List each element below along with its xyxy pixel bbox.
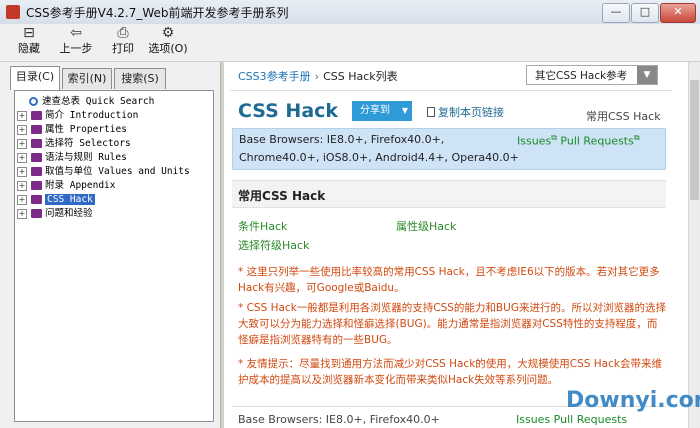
tree-item-properties[interactable]: + 属性 Properties [17,123,127,136]
tree-item-label: 附录 Appendix [45,180,116,191]
expand-icon[interactable]: + [17,138,27,149]
tree-item-values-units[interactable]: + 取值与单位 Values and Units [17,165,190,178]
print-label: 打印 [112,42,134,55]
external-link-icon: ⧉ [551,133,557,142]
share-button[interactable]: 分享到 ▼ [352,101,412,121]
selector-hack-link[interactable]: 选择符级Hack [238,237,309,253]
browser-support-line2: Chrome40.0+, iOS8.0+, Android4.4+, Opera… [239,151,519,164]
minimize-button[interactable]: — [602,3,630,23]
options-button[interactable]: ⚙ 选项(O) [146,26,190,59]
expand-icon[interactable]: + [17,124,27,135]
book-icon [31,139,42,148]
breadcrumb-current: CSS Hack列表 [323,70,398,83]
next-repo-links[interactable]: Issues Pull Requests [516,413,627,426]
toolbar: ⊟ 隐藏 ⇦ 上一步 ⎙ 打印 ⚙ 选项(O) [0,24,700,62]
reference-select[interactable]: 其它CSS Hack参考 ▼ [526,65,658,85]
divider [230,90,672,91]
window-title: CSS参考手册V4.2.7_Web前端开发参考手册系列 [26,6,289,20]
section-title: 常用CSS Hack [238,189,326,203]
copy-link-label: 复制本页链接 [438,106,504,119]
browser-support-line1: Base Browsers: IE8.0+, Firefox40.0+, [239,133,445,146]
reference-select-value: 其它CSS Hack参考 [535,70,628,82]
page-title: CSS Hack [238,100,339,122]
book-icon [31,181,42,190]
caret-down-icon: ▼ [401,106,408,115]
tree-item-css-hack[interactable]: + CSS Hack [17,193,95,206]
tab-contents[interactable]: 目录(C) [10,66,60,90]
book-icon [31,209,42,218]
hide-button[interactable]: ⊟ 隐藏 [14,26,44,59]
external-link-icon: ⧉ [633,133,640,142]
content-pane: CSS3参考手册 › CSS Hack列表 其它CSS Hack参考 ▼ CSS H… [224,62,688,428]
tree-item-introduction[interactable]: + 简介 Introduction [17,109,138,122]
hide-icon: ⊟ [23,25,35,41]
back-arrow-icon: ⇦ [70,25,82,41]
tree-item-label-selected: CSS Hack [45,194,95,205]
expand-icon[interactable]: + [17,194,27,205]
tree-item-appendix[interactable]: + 附录 Appendix [17,179,115,192]
app-icon [6,5,20,19]
breadcrumb-separator: › [314,70,320,83]
expand-icon[interactable]: + [17,110,27,121]
search-icon [29,97,38,106]
back-label: 上一步 [59,42,93,55]
tree-item-experience[interactable]: + 问题和经验 [17,207,93,220]
tab-index[interactable]: 索引(N) [62,68,112,89]
conditional-hack-link[interactable]: 条件Hack [238,218,287,234]
breadcrumb-root-link[interactable]: CSS3参考手册 [238,70,311,83]
hide-label: 隐藏 [18,42,40,55]
property-hack-link[interactable]: 属性级Hack [396,218,456,234]
close-button[interactable]: ✕ [660,3,696,23]
expand-icon[interactable]: + [17,180,27,191]
tab-search[interactable]: 搜索(S) [114,68,166,89]
book-icon [31,195,42,204]
repo-links: Issues⧉ Pull Requests⧉ [517,133,640,148]
options-icon: ⚙ [161,25,175,41]
tree-item-label: 简介 Introduction [45,110,139,121]
breadcrumb: CSS3参考手册 › CSS Hack列表 [238,68,398,84]
document-icon [427,107,435,117]
options-label: 选项(O) [148,42,188,55]
contents-tree: 速查总表 Quick Search + 简介 Introduction + 属性 P… [14,90,214,422]
tree-item-label: 速查总表 Quick Search [42,96,155,107]
tree-item-quick-search[interactable]: 速查总表 Quick Search [17,95,154,108]
book-icon [31,125,42,134]
scrollbar-thumb[interactable] [690,80,699,200]
pull-requests-link[interactable]: Pull Requests [560,135,633,148]
note-2: * CSS Hack一般都是利用各浏览器的支持CSS的能力和BUG来进行的。所以… [238,302,666,346]
share-label: 分享到 [360,105,390,116]
watermark-logo: Downyi.com [566,388,700,413]
print-icon: ⎙ [117,25,129,41]
next-browser-support: Base Browsers: IE8.0+, Firefox40.0+ [238,413,440,426]
note-3: * 友情提示：尽量找到通用方法而减少对CSS Hack的使用，大规模使用CSS … [238,358,662,386]
tree-item-label: 选择符 Selectors [45,138,131,149]
tree-item-label: 问题和经验 [45,208,93,219]
section-caption: 常用CSS Hack [586,110,661,123]
expand-icon[interactable]: + [17,208,27,219]
print-button[interactable]: ⎙ 打印 [108,26,138,59]
note-1: * 这里只列举一些使用比率较高的常用CSS Hack，且不考虑IE6以下的版本。… [238,266,660,294]
tree-item-selectors[interactable]: + 选择符 Selectors [17,137,131,150]
back-button[interactable]: ⇦ 上一步 [56,26,96,59]
issues-link[interactable]: Issues [517,135,551,148]
expand-icon[interactable]: + [17,166,27,177]
tree-item-rules[interactable]: + 语法与规则 Rules [17,151,127,164]
maximize-button[interactable]: □ [631,3,659,23]
navigation-pane: 目录(C) 索引(N) 搜索(S) 速查总表 Quick Search + 简介 … [0,62,220,428]
copy-link-button[interactable]: 复制本页链接 [427,104,504,120]
browser-support-box: Base Browsers: IE8.0+, Firefox40.0+, Chr… [232,128,666,170]
tree-item-label: 取值与单位 Values and Units [45,166,190,177]
section-header: 常用CSS Hack [232,180,666,208]
book-icon [31,111,42,120]
title-bar: CSS参考手册V4.2.7_Web前端开发参考手册系列 — □ ✕ [0,0,700,25]
book-icon [31,167,42,176]
book-icon [31,153,42,162]
expand-icon[interactable]: + [17,152,27,163]
chevron-down-icon[interactable]: ▼ [637,66,657,84]
vertical-scrollbar[interactable] [688,62,700,428]
tree-item-label: 属性 Properties [45,124,127,135]
tree-item-label: 语法与规则 Rules [45,152,127,163]
